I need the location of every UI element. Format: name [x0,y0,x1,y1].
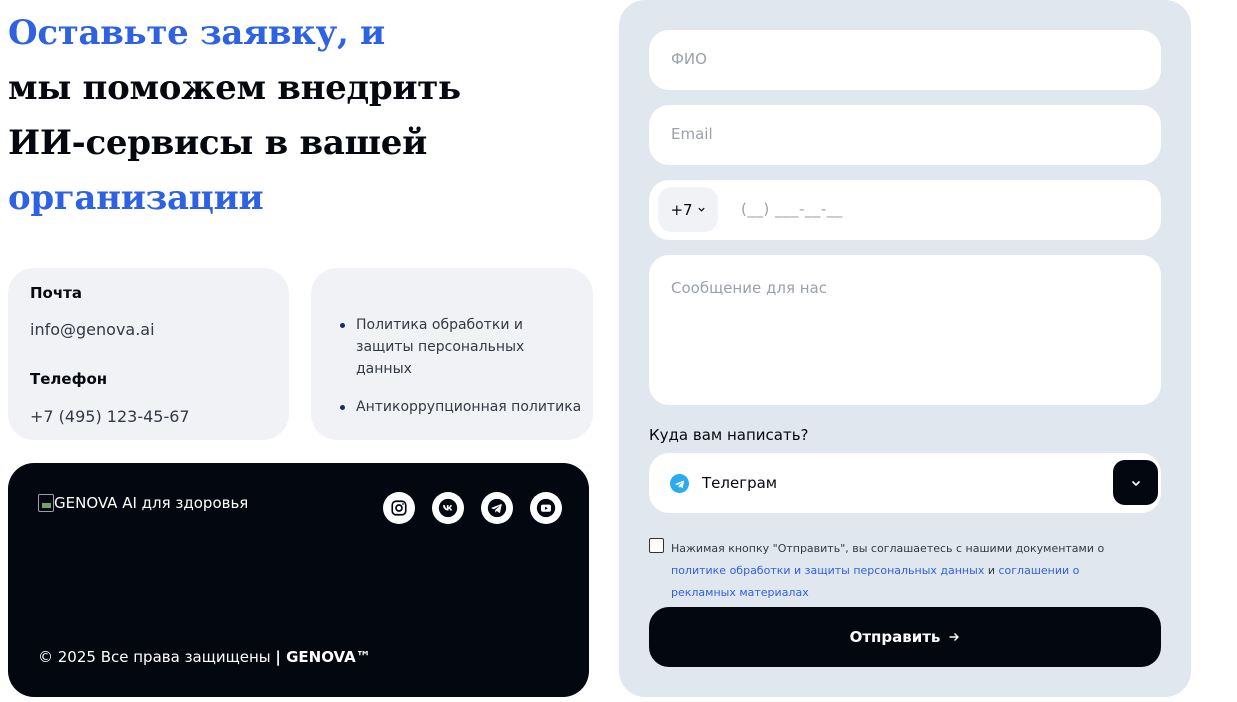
copyright: © 2025 Все права защищены | GENOVA™ [38,648,371,666]
phone-label: Телефон [30,370,108,388]
consent-text: Нажимая кнопку "Отправить", вы соглашает… [671,538,1141,604]
country-code-value: +7 [670,200,693,219]
submit-button[interactable]: Отправить [649,607,1161,667]
chevron-down-icon [697,207,705,212]
vk-icon[interactable] [432,492,464,524]
mail-label: Почта [30,284,82,302]
email-placeholder: Email [671,125,713,143]
email-field[interactable]: Email [649,105,1161,165]
doc-link-privacy[interactable]: Политика обработки и защиты персональных… [338,314,583,380]
heading-line-4: организации [8,178,264,218]
telegram-icon [670,474,689,493]
message-placeholder: Сообщение для нас [671,279,827,297]
chevron-down-icon [1131,480,1140,486]
copyright-text: © 2025 Все права защищены [38,648,276,666]
phone-input[interactable]: (__) ___-__-__ [741,200,843,218]
doc-link-anticorruption[interactable]: Антикоррупционная политика [338,396,583,418]
footer-card: GENOVA AI для здоровья © 2025 Все права … [8,463,589,697]
phone-link[interactable]: +7 (495) 123-45-67 [30,407,190,426]
name-placeholder: ФИО [671,50,707,68]
privacy-policy-link[interactable]: политике обработки и защиты персональных… [671,564,984,577]
submit-label: Отправить [849,628,941,646]
name-field[interactable]: ФИО [649,30,1161,90]
logo[interactable]: GENOVA AI для здоровья [38,494,248,512]
social-links [383,492,562,524]
contacts-card: Почта info@genova.ai Телефон +7 (495) 12… [8,268,289,440]
contact-method-label: Куда вам написать? [649,426,809,444]
copyright-brand: | GENOVA™ [275,648,371,666]
heading-line-1: Оставьте заявку, и [8,13,385,53]
logo-alt-text: GENOVA AI для здоровья [54,494,249,512]
dropdown-toggle[interactable] [1113,460,1158,505]
message-field[interactable]: Сообщение для нас [649,255,1161,405]
phone-field: +7 (__) ___-__-__ [649,180,1161,240]
consent-checkbox[interactable] [649,538,664,553]
heading-line-3: ИИ-сервисы в вашей [8,123,428,163]
documents-card: Политика обработки и защиты персональных… [311,268,593,440]
instagram-icon[interactable] [383,492,415,524]
country-code-select[interactable]: +7 [658,187,718,232]
request-form: ФИО Email +7 (__) ___-__-__ Сообщение дл… [619,0,1191,697]
mail-link[interactable]: info@genova.ai [30,320,155,339]
consent-prefix: Нажимая кнопку "Отправить", вы соглашает… [671,542,1105,555]
consent-mid: и [984,564,999,577]
youtube-icon[interactable] [530,492,562,524]
telegram-icon[interactable] [481,492,513,524]
contact-method-value: Телеграм [702,474,778,492]
arrow-right-icon [949,633,960,641]
page-heading: Оставьте заявку, и мы поможем внедрить И… [8,6,608,226]
broken-image-icon [38,494,54,512]
contact-method-select[interactable]: Телеграм [649,453,1161,513]
heading-line-2: мы поможем внедрить [8,68,461,108]
documents-list: Политика обработки и защиты персональных… [338,314,583,434]
